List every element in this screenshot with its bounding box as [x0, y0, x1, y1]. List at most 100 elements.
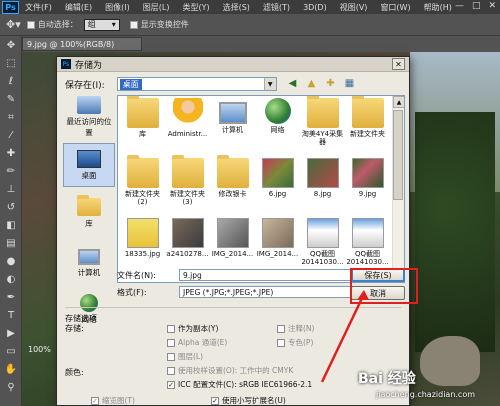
menu-help[interactable]: 帮助(H) [424, 2, 452, 13]
file-item[interactable]: 库 [120, 96, 165, 158]
file-item[interactable]: 新建文件夹 [345, 96, 390, 158]
file-item[interactable]: 修改银卡 [210, 155, 255, 218]
menu-layer[interactable]: 图层(L) [143, 2, 170, 13]
computer-icon [78, 248, 100, 265]
file-item[interactable]: Administr... [165, 98, 210, 158]
path-select-icon[interactable]: ▶ [0, 324, 22, 342]
auto-select-value: 组 [87, 20, 96, 29]
save-in-dropdown[interactable]: 桌面 ▼ [116, 77, 277, 91]
dialog-titlebar[interactable]: Ps 存储为 [57, 57, 409, 72]
file-name: 库 [139, 130, 146, 138]
place-recent[interactable]: 最近访问的位置 [63, 95, 115, 139]
auto-select-dropdown[interactable]: 组 ▾ [83, 18, 120, 31]
pen-tool-icon[interactable]: ✒ [0, 288, 22, 306]
file-item[interactable]: 淘美4Y4采集器 [300, 96, 345, 158]
auto-select-checkbox[interactable] [26, 20, 35, 29]
format-label: 格式(F): [117, 287, 147, 297]
gradient-tool-icon[interactable]: ▤ [0, 234, 22, 252]
proof-setup-checkbox[interactable] [167, 366, 175, 375]
menu-type[interactable]: 类型(Y) [182, 2, 209, 13]
layers-option[interactable]: 图层(L) [167, 351, 277, 362]
close-icon[interactable]: ✕ [392, 58, 405, 70]
alpha-checkbox[interactable] [167, 338, 175, 347]
new-folder-icon[interactable]: ✚ [323, 76, 338, 91]
menu-filter[interactable]: 滤镜(T) [263, 2, 290, 13]
marquee-tool-icon[interactable]: ⬚ [0, 54, 22, 72]
layers-checkbox[interactable] [167, 352, 175, 361]
file-name: 新建文件夹 (2) [125, 190, 160, 207]
brush-tool-icon[interactable]: ✏ [0, 162, 22, 180]
menu-view[interactable]: 视图(V) [340, 2, 368, 13]
place-libraries[interactable]: 库 [63, 191, 115, 235]
zoom-tool-icon[interactable]: ⚲ [0, 378, 22, 396]
file-item[interactable]: 新建文件夹 (2) [120, 155, 165, 218]
menu-file[interactable]: 文件(F) [25, 2, 52, 13]
menu-3d[interactable]: 3D(D) [303, 3, 327, 12]
show-transform-checkbox[interactable] [129, 20, 138, 29]
lowercase-ext-option[interactable]: ✓ 使用小写扩展名(U) [211, 395, 361, 406]
lowercase-ext-checkbox[interactable]: ✓ [211, 396, 219, 405]
crop-tool-icon[interactable]: ⌗ [0, 108, 22, 126]
place-desktop[interactable]: 桌面 [63, 143, 115, 187]
lasso-tool-icon[interactable]: ℓ [0, 72, 22, 90]
place-desktop-label: 桌面 [81, 170, 97, 180]
move-tool-icon[interactable]: ✥ [0, 36, 22, 54]
notes-option[interactable]: 注释(N) [277, 323, 387, 334]
notes-checkbox[interactable] [277, 324, 285, 333]
folder-icon [126, 96, 159, 128]
auto-select-option[interactable]: 自动选择： [26, 19, 78, 30]
file-list[interactable]: 库 Administr... 计算机 网络 淘美4Y4采集器 新建文件夹 新建文… [117, 95, 405, 283]
back-icon[interactable]: ◀ [285, 76, 300, 91]
eyedropper-tool-icon[interactable]: ⁄ [0, 126, 22, 144]
scroll-up-icon[interactable]: ▲ [393, 96, 404, 108]
thumbnail-checkbox[interactable]: ✓ [91, 396, 99, 405]
menu-window[interactable]: 窗口(W) [380, 2, 410, 13]
hand-tool-icon[interactable]: ✋ [0, 360, 22, 378]
icc-profile-checkbox[interactable]: ✓ [167, 380, 175, 389]
file-item[interactable]: 计算机 [210, 98, 255, 158]
document-tab[interactable]: 9.jpg @ 100%(RGB/8) [22, 37, 142, 51]
move-tool-icon[interactable]: ✥▾ [6, 18, 21, 31]
shape-tool-icon[interactable]: ▭ [0, 342, 22, 360]
canvas-stone [420, 336, 480, 386]
format-value: JPEG (*.JPG;*.JPEG;*.JPE) [183, 287, 274, 297]
save-as-copy-option[interactable]: 作为副本(Y) [167, 323, 277, 334]
dodge-tool-icon[interactable]: ◐ [0, 270, 22, 288]
file-item[interactable]: 8.jpg [300, 158, 345, 218]
menu-edit[interactable]: 编辑(E) [65, 2, 92, 13]
file-item[interactable]: 新建文件夹 (3) [165, 155, 210, 218]
view-menu-icon[interactable]: ▦ [342, 76, 357, 91]
type-tool-icon[interactable]: T [0, 306, 22, 324]
file-list-scrollbar[interactable]: ▲ [392, 96, 404, 282]
spot-checkbox[interactable] [277, 338, 285, 347]
maximize-icon[interactable]: □ [472, 1, 481, 11]
stamp-tool-icon[interactable]: ⊥ [0, 180, 22, 198]
menu-select[interactable]: 选择(S) [223, 2, 250, 13]
place-computer[interactable]: 计算机 [63, 239, 115, 283]
scroll-thumb[interactable] [393, 110, 403, 200]
image-thumbnail [261, 158, 294, 188]
thumbnail-option[interactable]: ✓ 缩览图(T) [91, 395, 211, 406]
folder-icon [171, 155, 204, 188]
file-item[interactable]: 网络 [255, 98, 300, 158]
file-item[interactable]: 9.jpg [345, 158, 390, 218]
spot-colors-option[interactable]: 专色(P) [277, 337, 387, 348]
show-transform-option[interactable]: 显示变换控件 [129, 19, 189, 30]
close-icon[interactable]: ✕ [488, 1, 496, 11]
eraser-tool-icon[interactable]: ◧ [0, 216, 22, 234]
up-folder-icon[interactable]: ▲ [304, 76, 319, 91]
blur-tool-icon[interactable]: ● [0, 252, 22, 270]
healing-tool-icon[interactable]: ✚ [0, 144, 22, 162]
minimize-icon[interactable]: — [455, 1, 464, 11]
filename-value: 9.jpg [183, 270, 202, 280]
menu-image[interactable]: 图像(I) [105, 2, 130, 13]
file-name: IMG_2014... [256, 250, 299, 258]
network-icon [264, 98, 291, 124]
save-as-copy-checkbox[interactable] [167, 324, 175, 333]
chevron-down-icon[interactable]: ▼ [263, 78, 276, 90]
quick-select-tool-icon[interactable]: ✎ [0, 90, 22, 108]
image-thumbnail [216, 218, 249, 248]
history-brush-icon[interactable]: ↺ [0, 198, 22, 216]
alpha-channels-option[interactable]: Alpha 通道(E) [167, 337, 277, 348]
file-item[interactable]: 6.jpg [255, 158, 300, 218]
